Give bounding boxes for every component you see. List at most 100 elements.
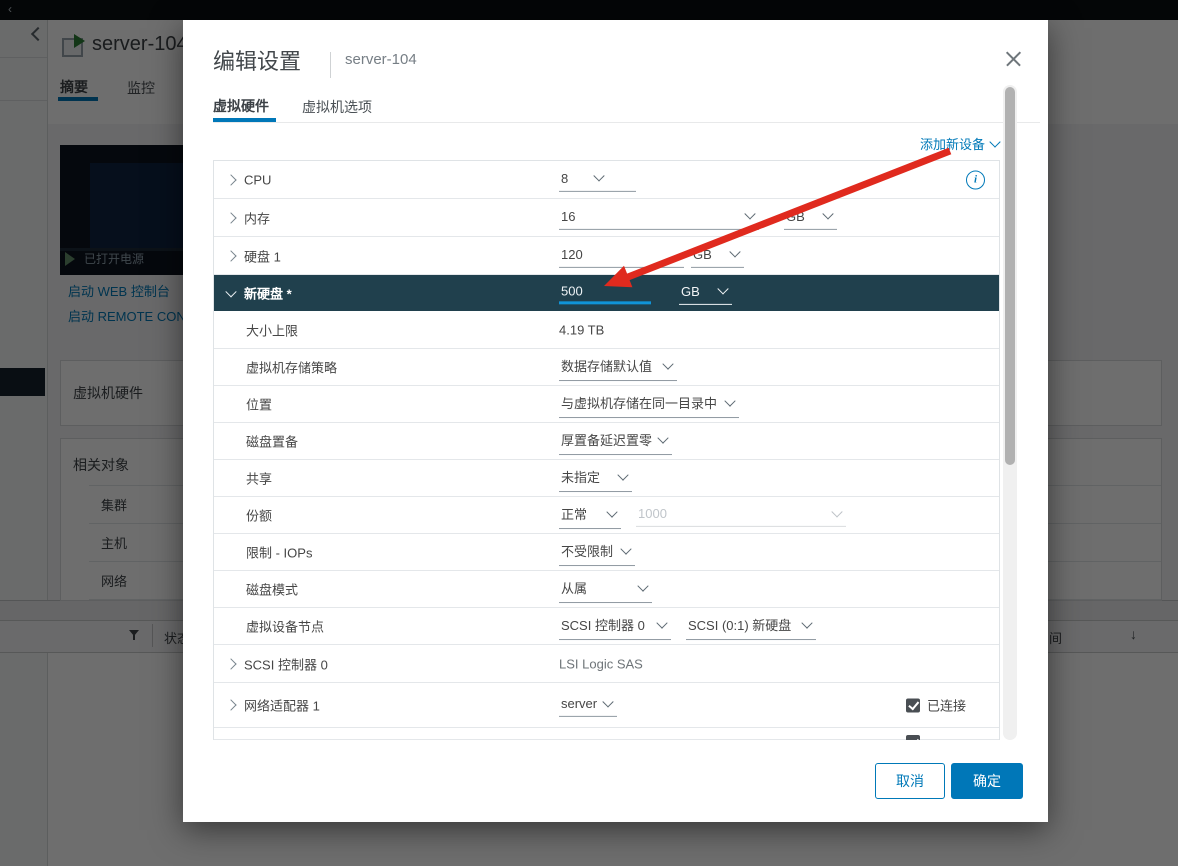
chevron-down-icon [744, 208, 755, 219]
provisioning-dropdown[interactable]: 厚置备延迟置零 [559, 429, 672, 455]
row-label: 磁盘置备 [246, 432, 298, 451]
location-dropdown[interactable]: 与虚拟机存储在同一目录中 [559, 392, 739, 418]
row-partial [214, 728, 999, 740]
chevron-down-icon [620, 543, 631, 554]
sharing-dropdown[interactable]: 未指定 [559, 466, 632, 492]
cancel-button[interactable]: 取消 [875, 763, 945, 799]
row-network-adapter: 网络适配器 1 server 已连接 [214, 683, 999, 728]
expand-icon[interactable] [225, 658, 236, 669]
ok-button[interactable]: 确定 [951, 763, 1023, 799]
row-label: 份额 [246, 506, 272, 525]
network-dropdown[interactable]: server [559, 695, 617, 717]
memory-size-value: 16 [561, 208, 575, 223]
disk1-size-value: 120 [561, 246, 583, 261]
row-disk1: 硬盘 1 120 GB [214, 237, 999, 275]
tab-vm-options[interactable]: 虚拟机选项 [302, 97, 372, 117]
row-device-node: 虚拟设备节点 SCSI 控制器 0 SCSI (0:1) 新硬盘 [214, 608, 999, 645]
dialog-vm-name: server-104 [345, 51, 417, 68]
row-new-disk-selected[interactable]: 新硬盘 * GB [214, 275, 999, 311]
chevron-down-icon [724, 395, 735, 406]
expand-icon[interactable] [225, 250, 236, 261]
chevron-down-icon [593, 170, 604, 181]
row-label: SCSI 控制器 0 [244, 654, 328, 673]
cpu-count-dropdown[interactable]: 8 [559, 169, 636, 191]
row-max-size: 大小上限 4.19 TB [214, 311, 999, 349]
new-disk-size-input[interactable] [559, 283, 651, 304]
close-icon[interactable] [1001, 46, 1027, 72]
storage-policy-dropdown[interactable]: 数据存储默认值 [559, 355, 677, 381]
row-label: 内存 [244, 208, 270, 227]
storage-policy-value: 数据存储默认值 [561, 356, 652, 375]
memory-unit-value: GB [786, 208, 805, 223]
row-storage-policy: 虚拟机存储策略 数据存储默认值 [214, 349, 999, 386]
row-cpu: CPU 8 [214, 161, 999, 199]
row-scsi-controller: SCSI 控制器 0 LSI Logic SAS [214, 645, 999, 683]
scsi-type-value: LSI Logic SAS [559, 656, 643, 671]
info-icon[interactable] [966, 170, 985, 189]
disk1-size-input[interactable]: 120 [559, 245, 684, 267]
device-node-dropdown[interactable]: SCSI (0:1) 新硬盘 [686, 614, 816, 640]
disk1-unit-value: GB [693, 246, 712, 261]
edit-settings-dialog: 编辑设置 server-104 虚拟硬件 虚拟机选项 添加新设备 CPU 8 [183, 20, 1048, 822]
connected-checkbox[interactable] [906, 698, 920, 712]
chevron-down-icon [656, 617, 667, 628]
chevron-down-icon [717, 283, 728, 294]
network-value: server [561, 696, 597, 711]
provisioning-value: 厚置备延迟置零 [561, 430, 652, 449]
dialog-title: 编辑设置 [213, 44, 301, 76]
row-limit-iops: 限制 - IOPs 不受限制 [214, 534, 999, 571]
row-label: CPU [244, 172, 271, 187]
row-location: 位置 与虚拟机存储在同一目录中 [214, 386, 999, 423]
row-label: 网络适配器 1 [244, 696, 320, 715]
scrollbar-thumb[interactable] [1005, 87, 1015, 465]
screen: server-104 摘要 监控 已打开电源 启动 WEB 控制台 启动 REM… [0, 0, 1178, 866]
row-sharing: 共享 未指定 [214, 460, 999, 497]
chevron-down-icon [822, 208, 833, 219]
limit-iops-value: 不受限制 [561, 541, 613, 560]
max-size-value: 4.19 TB [559, 322, 604, 337]
connected-checkbox-group: 已连接 [906, 696, 966, 715]
shares-level-dropdown[interactable]: 正常 [559, 503, 621, 529]
expand-icon[interactable] [225, 699, 236, 710]
tab-virtual-hardware[interactable]: 虚拟硬件 [213, 96, 269, 116]
connected-label: 已连接 [927, 696, 966, 715]
add-new-device-label: 添加新设备 [920, 134, 985, 153]
checkbox-partial[interactable] [906, 735, 920, 740]
row-shares: 份额 正常 1000 [214, 497, 999, 534]
row-label: 磁盘模式 [246, 580, 298, 599]
title-divider [330, 52, 331, 78]
row-label: 新硬盘 * [244, 283, 292, 302]
row-label: 位置 [246, 395, 272, 414]
add-new-device-button[interactable]: 添加新设备 [920, 134, 999, 153]
chevron-down-icon [637, 580, 648, 591]
chevron-down-icon [602, 696, 613, 707]
row-memory: 内存 16 GB [214, 199, 999, 237]
chevron-down-icon [729, 246, 740, 257]
row-label: 限制 - IOPs [246, 543, 312, 562]
row-label: 虚拟设备节点 [246, 617, 324, 636]
limit-iops-dropdown[interactable]: 不受限制 [559, 540, 635, 566]
row-label: 虚拟机存储策略 [246, 358, 337, 377]
memory-size-combobox[interactable]: 16 [559, 207, 759, 229]
row-disk-mode: 磁盘模式 从属 [214, 571, 999, 608]
row-label: 硬盘 1 [244, 246, 281, 265]
device-node-value: SCSI (0:1) 新硬盘 [688, 615, 791, 634]
row-label: 共享 [246, 469, 272, 488]
hardware-table: CPU 8 内存 16 GB [213, 160, 1000, 740]
collapse-icon[interactable] [225, 286, 236, 297]
expand-icon[interactable] [225, 212, 236, 223]
disk-mode-value: 从属 [561, 578, 587, 597]
controller-dropdown[interactable]: SCSI 控制器 0 [559, 614, 671, 640]
new-disk-unit-dropdown[interactable]: GB [679, 282, 732, 304]
cpu-count-value: 8 [561, 170, 568, 185]
shares-level-value: 正常 [561, 504, 587, 523]
expand-icon[interactable] [225, 174, 236, 185]
sharing-value: 未指定 [561, 467, 600, 486]
disk-mode-dropdown[interactable]: 从属 [559, 577, 652, 603]
location-value: 与虚拟机存储在同一目录中 [561, 393, 717, 412]
memory-unit-dropdown[interactable]: GB [784, 207, 837, 229]
chevron-down-icon [801, 617, 812, 628]
chevron-down-icon [831, 506, 842, 517]
shares-custom-combobox: 1000 [636, 505, 846, 527]
disk1-unit-dropdown[interactable]: GB [691, 245, 744, 267]
